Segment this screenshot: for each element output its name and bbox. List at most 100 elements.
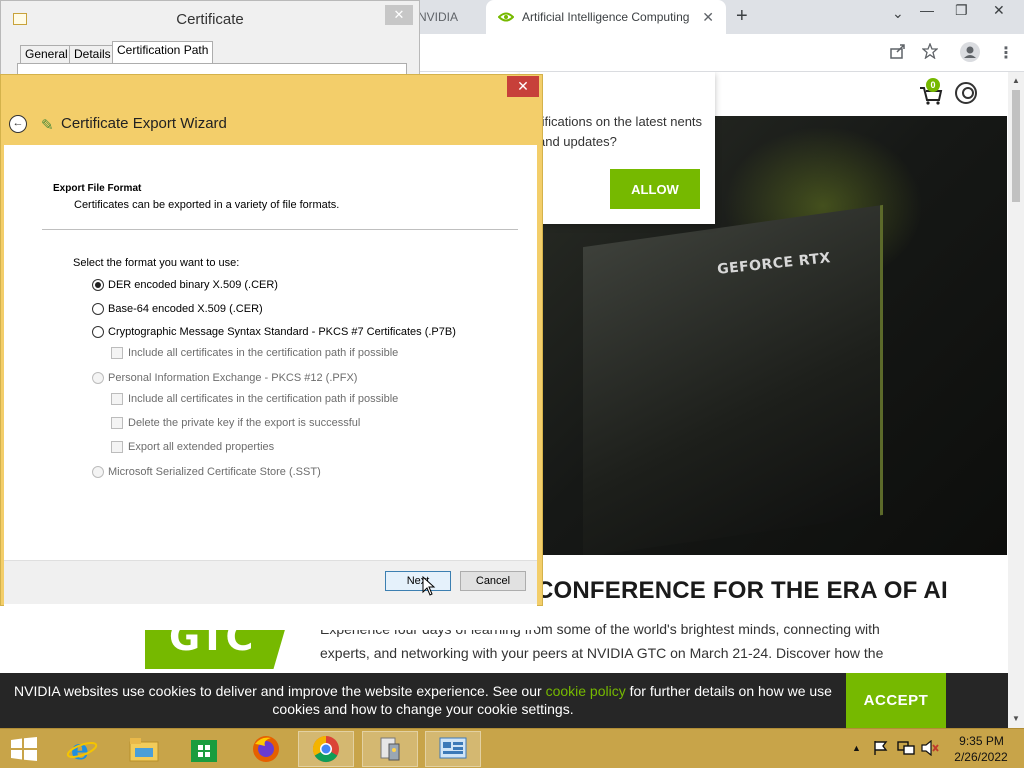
checkbox xyxy=(111,393,123,405)
taskbar-file-explorer[interactable] xyxy=(116,731,172,767)
show-hidden-icons-icon[interactable]: ▲ xyxy=(852,743,861,753)
tab-general[interactable]: General xyxy=(20,45,73,63)
new-tab-icon[interactable]: + xyxy=(736,6,748,26)
cookie-text: NVIDIA websites use cookies to deliver a… xyxy=(0,682,846,718)
share-icon[interactable] xyxy=(890,43,906,59)
nvidia-favicon-icon xyxy=(498,12,514,22)
cookie-policy-link[interactable]: cookie policy xyxy=(546,683,626,699)
wizard-content: Export File Format Certificates can be e… xyxy=(4,145,537,630)
wizard-certificate-icon: ✎ xyxy=(41,117,54,134)
tab-nvidia[interactable]: NVIDIA xyxy=(412,0,484,34)
scroll-down-icon[interactable]: ▼ xyxy=(1012,714,1020,723)
taskbar: e ▲ 9:35 PM 2/26/2022 xyxy=(0,728,1024,768)
tab-label: Artificial Intelligence Computing xyxy=(522,10,690,24)
clock-time[interactable]: 9:35 PM xyxy=(954,734,1009,748)
option-label: Cryptographic Message Syntax Standard - … xyxy=(108,326,456,338)
option-pkcs7[interactable]: Cryptographic Message Syntax Standard - … xyxy=(92,326,456,338)
radio-button[interactable] xyxy=(92,279,104,291)
option-label: Include all certificates in the certific… xyxy=(128,347,399,359)
close-window-icon[interactable]: ✕ xyxy=(993,2,1005,19)
option-label: Base-64 encoded X.509 (.CER) xyxy=(108,303,263,315)
certificate-close-button[interactable]: ✕ xyxy=(385,5,413,25)
option-sst: Microsoft Serialized Certificate Store (… xyxy=(92,466,321,478)
tab-details[interactable]: Details xyxy=(69,45,116,63)
wizard-close-button[interactable]: ✕ xyxy=(507,76,539,97)
internet-explorer-icon: e xyxy=(66,734,98,764)
option-label: Include all certificates in the certific… xyxy=(128,393,399,405)
taskbar-firefox[interactable] xyxy=(238,731,294,767)
option-label: DER encoded binary X.509 (.CER) xyxy=(108,279,278,291)
folder-icon xyxy=(129,738,159,762)
taskbar-certificate-manager[interactable] xyxy=(362,731,418,767)
gpu-card-image xyxy=(583,204,883,555)
tab-close-icon[interactable]: ✕ xyxy=(702,9,714,26)
taskbar-internet-explorer[interactable]: e xyxy=(54,731,110,767)
notification-prompt: tifications on the latest nents and upda… xyxy=(520,72,715,224)
option-der-cer[interactable]: DER encoded binary X.509 (.CER) xyxy=(92,279,278,291)
taskbar-store[interactable] xyxy=(176,731,232,767)
taskbar-control-panel[interactable] xyxy=(425,731,481,767)
checkbox-delete-private-key: Delete the private key if the export is … xyxy=(111,417,360,429)
next-button[interactable]: Next xyxy=(385,571,451,591)
cookie-text-before: NVIDIA websites use cookies to deliver a… xyxy=(14,683,546,699)
checkbox xyxy=(111,441,123,453)
option-label: Personal Information Exchange - PKCS #12… xyxy=(108,372,358,384)
menu-icon[interactable]: ⋮ xyxy=(998,43,1014,63)
option-label: Delete the private key if the export is … xyxy=(128,417,361,429)
taskbar-chrome[interactable] xyxy=(298,731,354,767)
page-scrollbar[interactable]: ▲ ▼ xyxy=(1008,72,1024,728)
checkbox-pfx-include-path: Include all certificates in the certific… xyxy=(111,393,398,405)
option-base64-cer[interactable]: Base-64 encoded X.509 (.CER) xyxy=(92,303,263,315)
firefox-icon xyxy=(253,736,279,762)
account-icon[interactable] xyxy=(955,82,977,104)
radio-button xyxy=(92,466,104,478)
network-icon[interactable] xyxy=(897,740,915,756)
checkbox xyxy=(111,417,123,429)
mouse-pointer-icon xyxy=(422,576,436,596)
certificate-manager-icon xyxy=(380,737,400,761)
checkbox xyxy=(111,347,123,359)
divider xyxy=(42,229,518,230)
certificate-title-bar: Certificate ✕ xyxy=(1,1,419,37)
certificate-window: Certificate ✕ General Details Certificat… xyxy=(0,0,420,83)
option-label: Microsoft Serialized Certificate Store (… xyxy=(108,466,321,478)
back-arrow-icon[interactable]: ← xyxy=(9,115,27,133)
option-label: Export all extended properties xyxy=(128,441,275,453)
windows-start-icon[interactable] xyxy=(10,737,38,761)
wizard-title: Certificate Export Wizard xyxy=(61,115,227,132)
scroll-thumb[interactable] xyxy=(1012,90,1020,202)
radio-button[interactable] xyxy=(92,326,104,338)
radio-button[interactable] xyxy=(92,303,104,315)
allow-notifications-button[interactable]: ALLOW xyxy=(610,169,700,209)
bookmark-star-icon[interactable] xyxy=(922,43,938,59)
cart-count-badge: 0 xyxy=(926,78,940,92)
checkbox-export-extended: Export all extended properties xyxy=(111,441,274,453)
notification-text: tifications on the latest nents and upda… xyxy=(538,114,703,149)
clock-date[interactable]: 2/26/2022 xyxy=(950,750,1012,764)
certificate-title: Certificate xyxy=(176,11,244,28)
control-panel-icon xyxy=(439,737,467,759)
radio-button xyxy=(92,372,104,384)
gtc-heading: CONFERENCE FOR THE ERA OF AI xyxy=(536,577,948,604)
wizard-footer: Next Cancel xyxy=(4,560,537,604)
checkbox-pkcs7-include-path: Include all certificates in the certific… xyxy=(111,347,398,359)
volume-muted-icon[interactable] xyxy=(921,740,939,756)
section-description: Certificates can be exported in a variet… xyxy=(74,199,340,211)
tab-ai-computing[interactable]: Artificial Intelligence Computing ✕ xyxy=(486,0,726,34)
accept-cookies-button[interactable]: ACCEPT xyxy=(846,673,946,728)
tab-search-icon[interactable]: ⌄ xyxy=(892,5,904,22)
tab-certification-path[interactable]: Certification Path xyxy=(112,41,214,63)
format-select-label: Select the format you want to use: xyxy=(73,257,240,269)
cookie-banner: NVIDIA websites use cookies to deliver a… xyxy=(0,673,1008,728)
option-pfx: Personal Information Exchange - PKCS #12… xyxy=(92,372,357,384)
chrome-icon xyxy=(312,735,339,763)
section-heading: Export File Format xyxy=(53,183,142,194)
export-wizard-window: ✕ ← ✎ Certificate Export Wizard Export F… xyxy=(0,74,543,630)
action-center-flag-icon[interactable] xyxy=(873,740,889,756)
profile-icon[interactable] xyxy=(960,42,980,62)
minimize-icon[interactable]: — xyxy=(920,2,934,18)
cart-icon[interactable]: 0 xyxy=(918,78,944,106)
scroll-up-icon[interactable]: ▲ xyxy=(1012,76,1020,85)
maximize-icon[interactable]: ❐ xyxy=(955,2,968,19)
cancel-button[interactable]: Cancel xyxy=(460,571,526,591)
